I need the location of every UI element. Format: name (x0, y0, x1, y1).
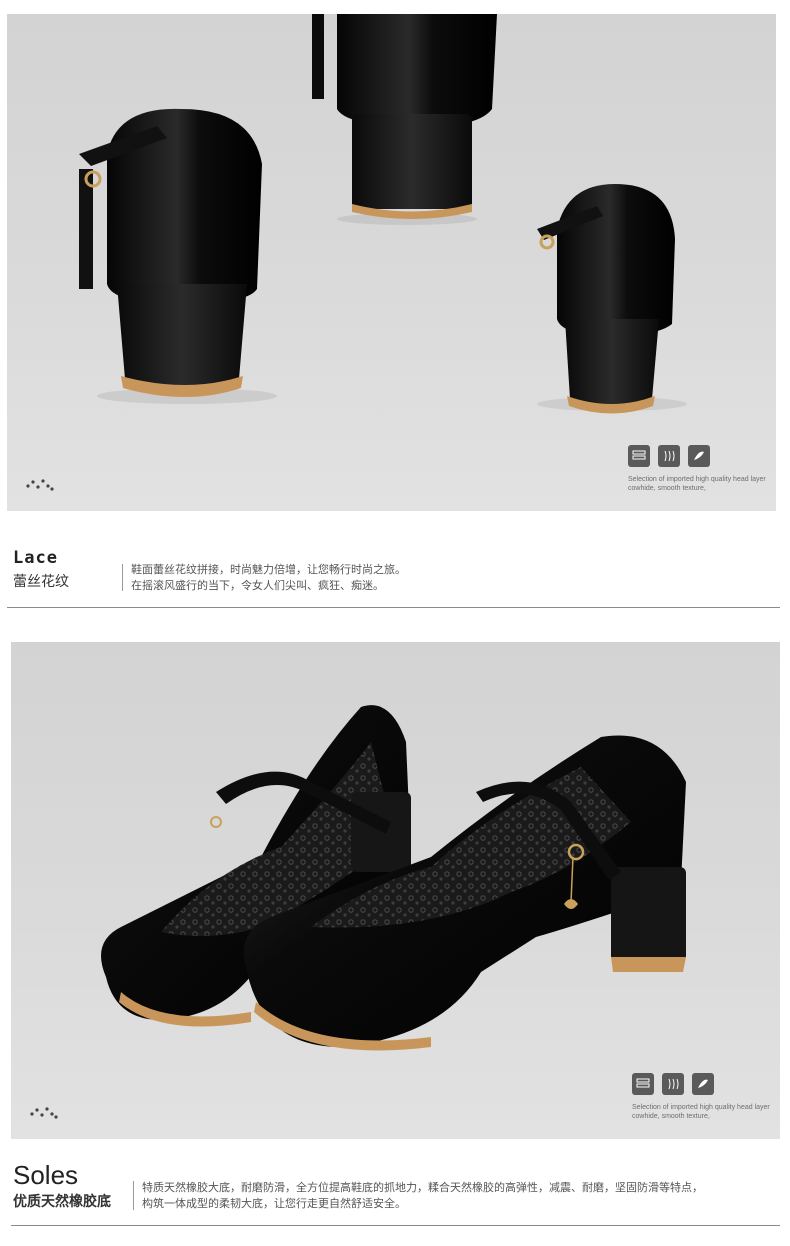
soles-heading: Soles 优质天然橡胶底 (13, 1160, 111, 1211)
brand-logo-mark (26, 479, 54, 491)
lace-description-line-2: 在摇滚风盛行的当下，令女人们尖叫、疯狂、痴迷。 (131, 579, 384, 592)
section-rule (7, 607, 780, 608)
lace-heading: Lace 蕾丝花纹 (13, 548, 69, 591)
soft-feather-icon (688, 445, 710, 467)
lace-description: 鞋面蕾丝花纹拼接，时尚魅力倍增，让您畅行时尚之旅。 在摇滚风盛行的当下，令女人们… (131, 562, 406, 594)
shoe-rear-illustration (79, 14, 687, 414)
product-photo-rear-view: Selection of imported high quality head … (7, 14, 776, 511)
breathable-waves-icon (662, 1073, 684, 1095)
lace-divider (122, 564, 123, 591)
lace-heading-en: Lace (13, 548, 58, 568)
brand-logo-mark (30, 1107, 58, 1119)
soles-heading-zh: 优质天然橡胶底 (13, 1194, 111, 1210)
product-photo-front-view: Selection of imported high quality head … (11, 642, 780, 1139)
soft-feather-icon (692, 1073, 714, 1095)
feature-caption: Selection of imported high quality head … (632, 1104, 770, 1120)
leather-layers-icon (628, 445, 650, 467)
feature-badges: Selection of imported high quality head … (632, 1073, 772, 1121)
shoe-front-illustration (101, 705, 686, 1051)
soles-description-line-1: 特质天然橡胶大底，耐磨防滑，全方位提高鞋底的抓地力，糅合天然橡胶的高弹性，减震、… (142, 1181, 703, 1194)
soles-description-line-2: 构筑一体成型的柔韧大底，让您行走更自然舒适安全。 (142, 1197, 406, 1210)
lace-heading-zh: 蕾丝花纹 (13, 574, 69, 590)
soles-divider (133, 1181, 134, 1210)
breathable-waves-icon (658, 445, 680, 467)
lace-description-line-1: 鞋面蕾丝花纹拼接，时尚魅力倍增，让您畅行时尚之旅。 (131, 563, 406, 576)
leather-layers-icon (632, 1073, 654, 1095)
section-rule (11, 1225, 780, 1226)
soles-heading-en: Soles (13, 1160, 79, 1190)
feature-caption: Selection of imported high quality head … (628, 476, 766, 492)
feature-badges: Selection of imported high quality head … (628, 445, 768, 493)
soles-description: 特质天然橡胶大底，耐磨防滑，全方位提高鞋底的抓地力，糅合天然橡胶的高弹性，减震、… (142, 1180, 782, 1212)
